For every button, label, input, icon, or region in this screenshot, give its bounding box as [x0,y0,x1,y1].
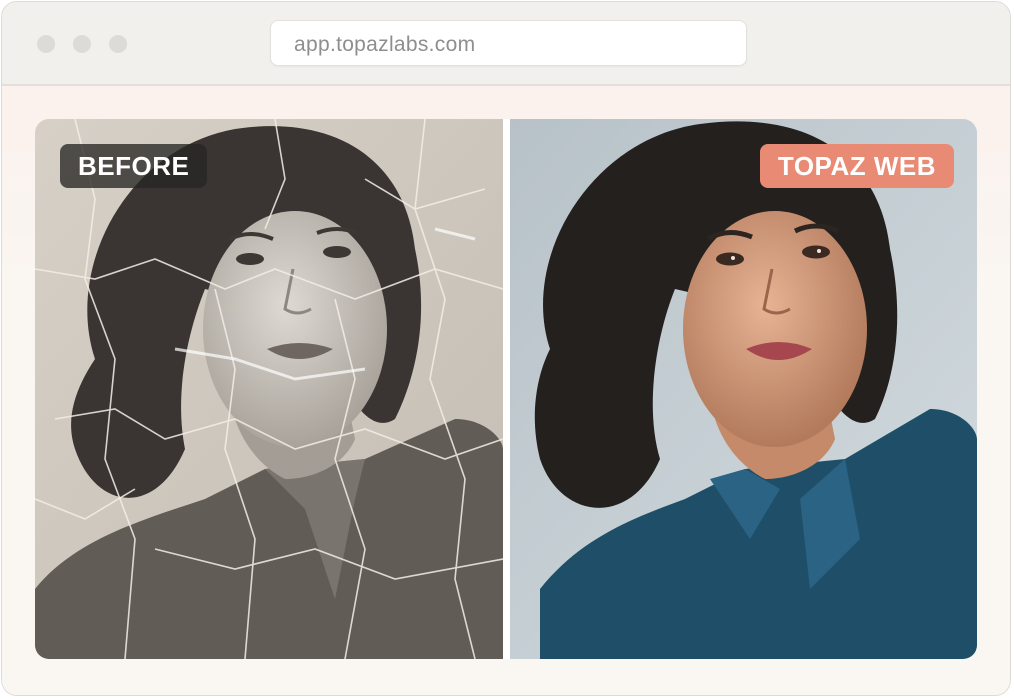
address-bar[interactable]: app.topazlabs.com [270,20,747,66]
after-label-badge: TOPAZ WEB [759,144,954,188]
address-bar-url: app.topazlabs.com [294,33,476,56]
before-photo-illustration [35,119,503,659]
before-label-badge: BEFORE [60,144,208,188]
after-photo-illustration [510,119,977,659]
browser-titlebar: app.topazlabs.com [2,2,1010,86]
window-minimize-dot[interactable] [73,35,91,53]
before-after-comparison[interactable]: BEFORE TOPAZ WEB [35,119,977,659]
after-photo: TOPAZ WEB [510,119,977,659]
before-photo: BEFORE [35,119,503,659]
comparison-divider-handle[interactable] [503,119,510,659]
window-close-dot[interactable] [37,35,55,53]
window-maximize-dot[interactable] [109,35,127,53]
